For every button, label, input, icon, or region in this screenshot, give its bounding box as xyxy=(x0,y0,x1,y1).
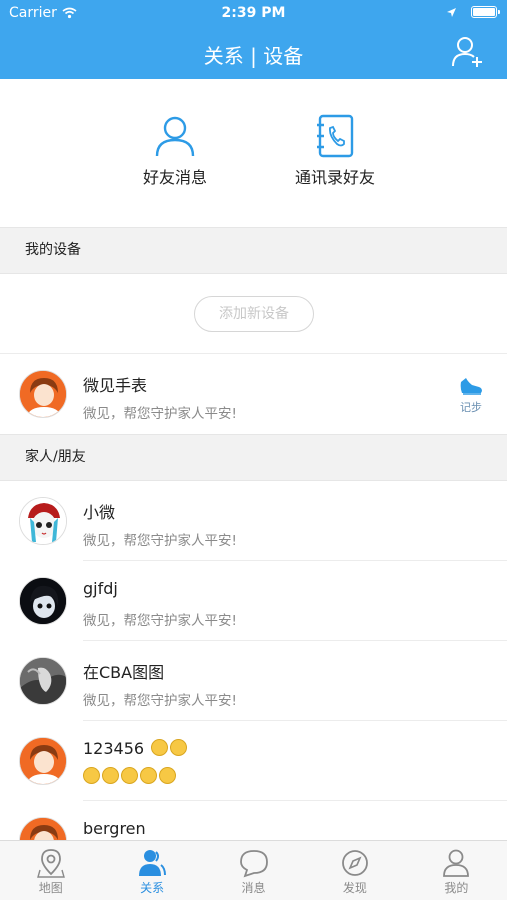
friend-subtitle: 微见，帮您守护家人平安! xyxy=(83,693,237,709)
friend-name-text: 123456 xyxy=(83,739,145,758)
device-name: 微见手表 xyxy=(83,376,148,395)
avatar xyxy=(19,370,67,418)
tab-label: 发现 xyxy=(342,881,367,895)
tab-messages[interactable]: 消息 xyxy=(203,841,304,900)
map-pin-icon xyxy=(36,849,65,878)
device-row[interactable]: 微见手表 微见，帮您守护家人平安! 记步 xyxy=(0,354,507,434)
person-icon xyxy=(155,116,195,157)
pedometer-label: 记步 xyxy=(460,401,482,414)
emoji-icon xyxy=(102,767,119,784)
location-arrow-icon xyxy=(447,7,456,17)
avatar xyxy=(19,497,67,545)
page-title: 关系 | 设备 xyxy=(203,44,304,68)
tab-label: 消息 xyxy=(241,881,266,895)
quick-actions: 好友消息 通讯录好友 xyxy=(0,79,507,227)
emoji-icon xyxy=(170,739,188,756)
friend-name: 123456 xyxy=(83,739,188,758)
tab-map[interactable]: 地图 xyxy=(0,841,101,900)
status-time: 2:39 PM xyxy=(221,5,286,21)
emoji-group xyxy=(151,739,188,756)
status-bar: Carrier 2:39 PM xyxy=(0,0,507,28)
compass-icon xyxy=(342,850,368,876)
friend-name: bergren xyxy=(83,819,146,838)
friend-messages-button[interactable]: 好友消息 xyxy=(138,114,212,188)
battery-icon xyxy=(471,6,500,18)
tab-me[interactable]: 我的 xyxy=(406,841,507,900)
emoji-icon xyxy=(140,767,157,784)
tab-label: 地图 xyxy=(38,881,63,895)
list-item[interactable]: 123456 xyxy=(0,721,507,801)
friends-section-header: 家人/朋友 xyxy=(0,434,507,481)
nav-bar: 关系 | 设备 xyxy=(0,28,507,79)
add-device-area: 添加新设备 xyxy=(0,274,507,354)
tab-bar: 地图 关系 消息 发现 我的 xyxy=(0,840,507,900)
avatar xyxy=(19,737,67,785)
friend-subtitle: 微见，帮您守护家人平安! xyxy=(83,533,237,549)
friend-name: gjfdj xyxy=(83,579,118,598)
friend-messages-label: 好友消息 xyxy=(142,168,207,187)
device-subtitle: 微见，帮您守护家人平安! xyxy=(83,406,237,422)
list-item[interactable]: 在CBA图图 微见，帮您守护家人平安! xyxy=(0,641,507,721)
devices-section-title: 我的设备 xyxy=(25,242,81,258)
devices-section-header: 我的设备 xyxy=(0,227,507,274)
emoji-icon xyxy=(121,767,138,784)
profile-icon xyxy=(443,849,470,877)
contacts-friends-label: 通讯录好友 xyxy=(294,168,375,187)
friend-subtitle: 微见，帮您守护家人平安! xyxy=(83,613,237,629)
list-item[interactable]: gjfdj 微见，帮您守护家人平安! xyxy=(0,561,507,641)
emoji-icon xyxy=(151,739,169,756)
avatar xyxy=(19,657,67,705)
contacts-icon xyxy=(139,850,167,876)
tab-label: 我的 xyxy=(444,881,469,895)
message-bubble-icon xyxy=(239,850,268,878)
friends-section-title: 家人/朋友 xyxy=(25,449,86,465)
contacts-book-icon xyxy=(317,114,354,158)
list-item[interactable]: 小微 微见，帮您守护家人平安! xyxy=(0,481,507,561)
emoji-icon xyxy=(83,767,100,784)
tab-relations[interactable]: 关系 xyxy=(101,841,202,900)
contacts-friends-button[interactable]: 通讯录好友 xyxy=(288,114,382,188)
add-user-icon[interactable] xyxy=(451,35,485,69)
tab-label: 关系 xyxy=(140,881,165,895)
friend-name: 小微 xyxy=(83,503,116,522)
tab-discover[interactable]: 发现 xyxy=(304,841,405,900)
emoji-icon xyxy=(159,767,176,784)
shoe-icon xyxy=(460,378,482,395)
friend-name: 在CBA图图 xyxy=(83,663,165,682)
add-device-button[interactable]: 添加新设备 xyxy=(194,296,314,332)
pedometer-button[interactable]: 记步 xyxy=(459,376,483,415)
emoji-subtitle xyxy=(83,767,176,784)
avatar xyxy=(19,577,67,625)
